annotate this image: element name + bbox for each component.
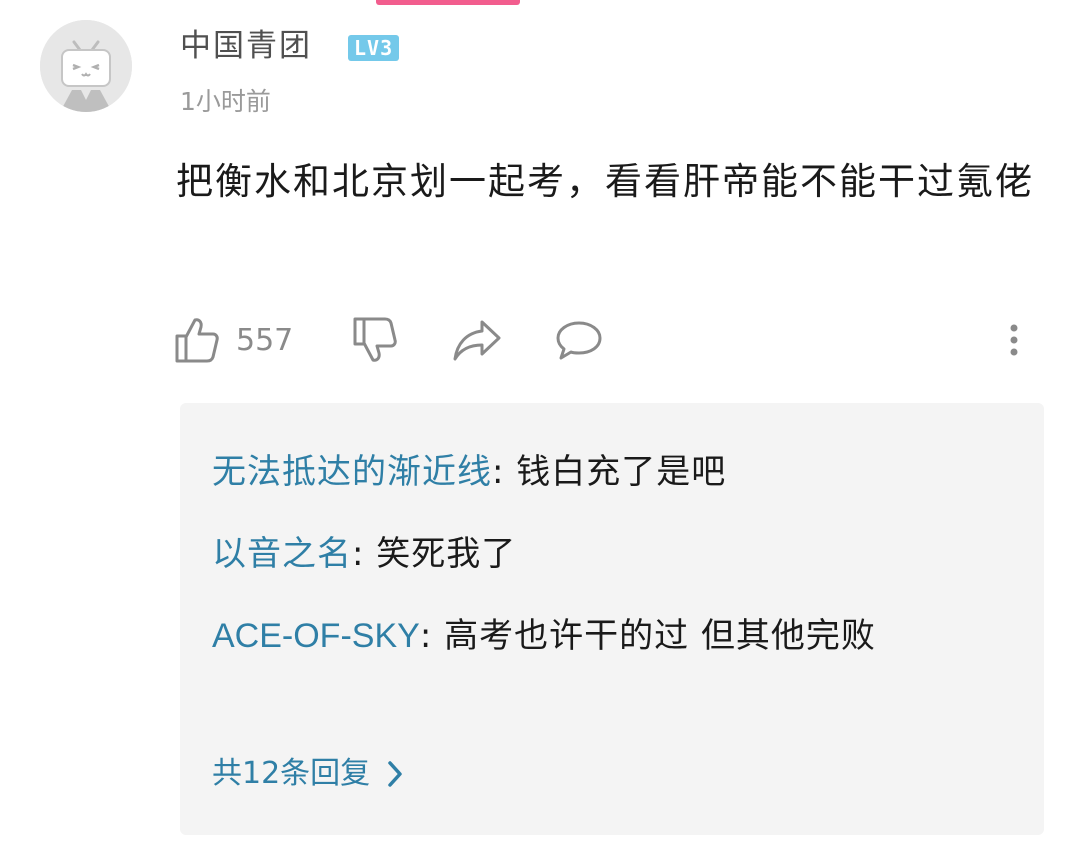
reply-item[interactable]: 以音之名: 笑死我了	[212, 523, 972, 585]
like-count: 557	[236, 322, 294, 358]
reply-button[interactable]	[554, 310, 604, 370]
reply-item[interactable]: ACE-OF-SKY: 高考也许干的过 但其他完败	[212, 605, 972, 667]
share-button[interactable]	[452, 310, 502, 370]
reply-count-label: 共12条回复	[212, 756, 371, 791]
thumbs-down-icon	[353, 317, 397, 362]
avatar-tv-icon	[40, 20, 132, 112]
top-accent-bar	[376, 0, 520, 5]
reply-text: 高考也许干的过 但其他完败	[444, 616, 876, 656]
reply-separator: :	[492, 452, 517, 492]
comment-timestamp: 1小时前	[180, 87, 271, 116]
level-badge: LV3	[348, 35, 400, 61]
reply-item[interactable]: 无法抵达的渐近线: 钱白充了是吧	[212, 441, 972, 503]
reply-username[interactable]: 无法抵达的渐近线	[212, 452, 492, 492]
comment-icon	[556, 321, 602, 360]
view-all-replies-link[interactable]: 共12条回复	[212, 749, 404, 799]
reply-username[interactable]: ACE-OF-SKY	[212, 617, 420, 655]
avatar[interactable]	[40, 20, 132, 112]
share-icon	[453, 320, 501, 361]
more-vertical-icon	[1010, 324, 1018, 356]
like-button[interactable]: 557	[174, 310, 293, 370]
reply-username[interactable]: 以音之名	[212, 534, 352, 574]
replies-preview: 无法抵达的渐近线: 钱白充了是吧 以音之名: 笑死我了 ACE-OF-SKY: …	[180, 403, 1044, 835]
comment-username[interactable]: 中国青团	[180, 24, 312, 68]
reply-separator: :	[419, 616, 445, 656]
dislike-button[interactable]	[352, 310, 398, 370]
reply-text: 钱白充了是吧	[516, 452, 727, 492]
chevron-right-icon	[388, 761, 402, 787]
comment-actions: 557	[174, 310, 1030, 370]
reply-text: 笑死我了	[376, 534, 517, 574]
reply-separator: :	[352, 534, 377, 574]
comment-text: 把衡水和北京划一起考，看看肝帝能不能干过氪佬	[176, 160, 1034, 203]
more-options-button[interactable]	[1004, 310, 1024, 370]
thumbs-up-icon	[175, 318, 219, 363]
